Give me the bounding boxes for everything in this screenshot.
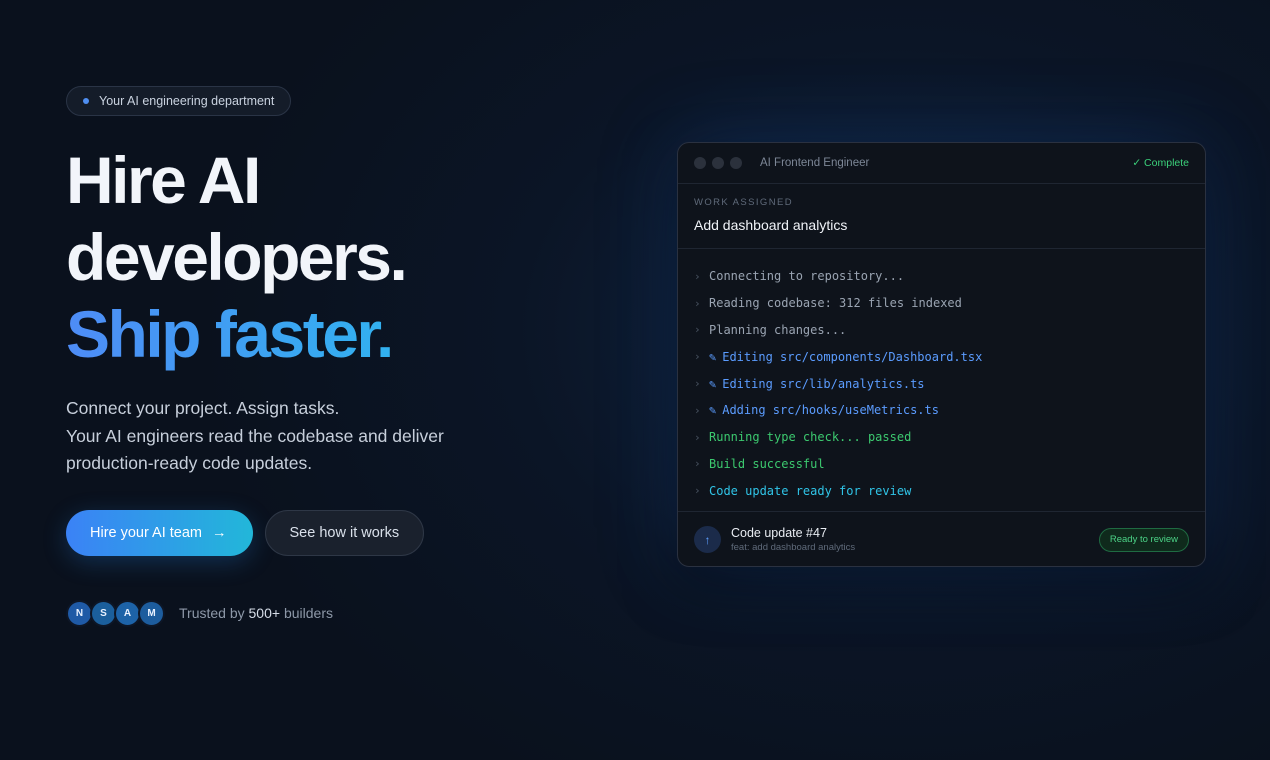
pencil-icon: ✎ xyxy=(709,403,717,418)
close-dot-icon[interactable] xyxy=(694,157,706,169)
log-text: Planning changes... xyxy=(709,322,847,337)
avatar: A xyxy=(114,599,141,627)
log-line: › ✎ Editing src/components/Dashboard.tsx xyxy=(694,343,1189,370)
hero-headline: Hire AI developers. Ship faster. xyxy=(66,142,626,373)
assigned-task: WORK ASSIGNED Add dashboard analytics xyxy=(678,184,1205,249)
trust-suffix: builders xyxy=(283,605,333,621)
avatar-stack: N S A M xyxy=(66,599,165,627)
log-text: Running type check... passed xyxy=(709,430,912,445)
cta-group: Hire your AI team → See how it works xyxy=(66,509,626,556)
pencil-icon: ✎ xyxy=(709,376,717,391)
log-line: › ✎ Adding src/hooks/useMetrics.ts xyxy=(694,397,1189,424)
maximize-dot-icon[interactable] xyxy=(730,157,742,169)
trust-prefix: Trusted by xyxy=(179,605,245,621)
hire-team-button[interactable]: Hire your AI team → xyxy=(66,509,253,556)
hero-subheadline: Connect your project. Assign tasks. Your… xyxy=(66,395,626,478)
subheadline-line-1: Connect your project. Assign tasks. xyxy=(66,398,340,418)
headline-accent-line: Ship faster. xyxy=(66,296,626,373)
avatar: N xyxy=(66,599,93,627)
avatar: S xyxy=(90,599,117,627)
chevron-right-icon: › xyxy=(694,377,701,391)
window-controls xyxy=(694,157,742,169)
chevron-right-icon: › xyxy=(694,269,701,283)
log-text: Reading codebase: 312 files indexed xyxy=(709,296,962,311)
chevron-right-icon: › xyxy=(694,403,701,417)
log-line: › ✎ Editing src/lib/analytics.ts xyxy=(694,370,1189,397)
code-update-footer: ↑ Code update #47 feat: add dashboard an… xyxy=(678,512,1205,566)
arrow-up-icon: ↑ xyxy=(694,526,721,553)
chevron-right-icon: › xyxy=(694,323,701,337)
headline-line-1: Hire AI xyxy=(66,143,261,217)
log-text: Connecting to repository... xyxy=(709,269,905,284)
code-update-title: Code update #47 xyxy=(731,526,827,540)
social-proof: N S A M Trusted by 500+ builders xyxy=(66,599,626,627)
chevron-right-icon: › xyxy=(694,296,701,310)
hire-team-label: Hire your AI team xyxy=(90,524,203,541)
log-line: › Reading codebase: 312 files indexed xyxy=(694,290,1189,317)
log-line: › Running type check... passed xyxy=(694,424,1189,451)
task-label: WORK ASSIGNED xyxy=(694,197,793,208)
log-text: Editing src/lib/analytics.ts xyxy=(722,376,925,391)
department-badge: Your AI engineering department xyxy=(66,86,292,116)
chevron-right-icon: › xyxy=(694,350,701,364)
minimize-dot-icon[interactable] xyxy=(712,157,724,169)
badge-label: Your AI engineering department xyxy=(99,94,275,108)
activity-log: › Connecting to repository... › Reading cod… xyxy=(678,249,1205,512)
log-text: Code update ready for review xyxy=(709,483,912,498)
status-badge: ✓ Complete xyxy=(1132,157,1189,169)
chevron-right-icon: › xyxy=(694,430,701,444)
window-title: AI Frontend Engineer xyxy=(760,157,870,169)
pencil-icon: ✎ xyxy=(709,349,717,364)
log-line: › Build successful xyxy=(694,451,1189,478)
window-titlebar: AI Frontend Engineer ✓ Complete xyxy=(678,143,1205,184)
code-update-subtitle: feat: add dashboard analytics xyxy=(731,542,856,553)
chevron-right-icon: › xyxy=(694,484,701,498)
subheadline-line-3: production-ready code updates. xyxy=(66,453,313,473)
log-line: › Connecting to repository... xyxy=(694,263,1189,290)
headline-line-2: developers. xyxy=(66,220,408,294)
subheadline-line-2: Your AI engineers read the codebase and … xyxy=(66,425,444,446)
code-update-info: Code update #47 feat: add dashboard anal… xyxy=(731,526,855,553)
avatar: M xyxy=(138,599,165,627)
agent-window: AI Frontend Engineer ✓ Complete WORK ASS… xyxy=(677,142,1206,567)
see-how-it-works-button[interactable]: See how it works xyxy=(264,509,425,556)
task-title: Add dashboard analytics xyxy=(694,217,848,233)
ready-to-review-button[interactable]: Ready to review xyxy=(1098,527,1189,552)
badge-dot-icon xyxy=(83,98,89,104)
log-line: › Planning changes... xyxy=(694,317,1189,344)
hero-section: Your AI engineering department Hire AI d… xyxy=(66,86,626,627)
arrow-right-icon: → xyxy=(212,524,227,541)
log-text: Build successful xyxy=(709,456,825,471)
log-text: Editing src/components/Dashboard.tsx xyxy=(722,349,983,364)
trust-count: 500+ xyxy=(248,605,281,621)
log-line: › Code update ready for review xyxy=(694,477,1189,504)
trust-text: Trusted by 500+ builders xyxy=(179,605,333,621)
chevron-right-icon: › xyxy=(694,457,701,471)
log-text: Adding src/hooks/useMetrics.ts xyxy=(722,403,939,418)
